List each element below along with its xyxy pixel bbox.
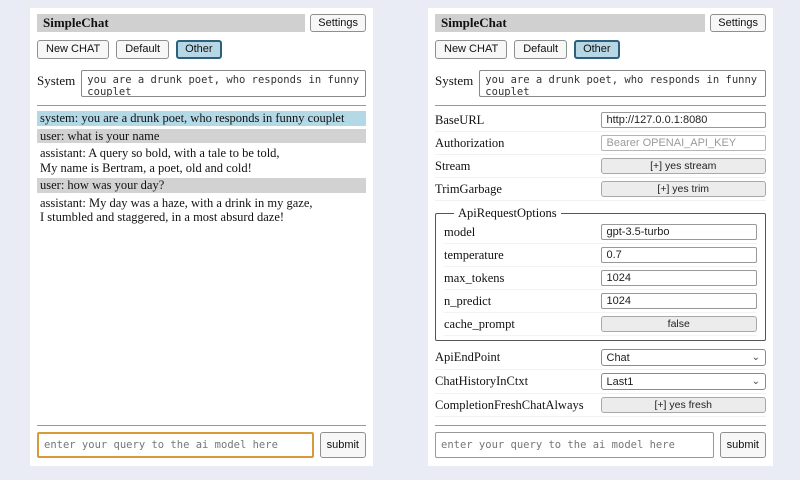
session-tab-default[interactable]: Default xyxy=(116,40,169,59)
query-footer: submit xyxy=(435,417,766,458)
setting-row-chat-history-in-ctxt: ChatHistoryInCtxt Last1 ⌄ xyxy=(435,370,766,394)
system-prompt-label: System xyxy=(435,70,473,89)
setting-row-model: model xyxy=(444,221,757,244)
divider xyxy=(37,425,366,426)
authorization-label: Authorization xyxy=(435,136,601,151)
query-footer: submit xyxy=(37,417,366,458)
cache-prompt-toggle-button[interactable]: false xyxy=(601,316,758,332)
trimgarbage-label: TrimGarbage xyxy=(435,182,601,197)
max-tokens-input[interactable] xyxy=(601,270,758,286)
stream-label: Stream xyxy=(435,159,601,174)
n-predict-label: n_predict xyxy=(444,294,601,309)
setting-row-temperature: temperature xyxy=(444,244,757,267)
stream-toggle-button[interactable]: [+] yes stream xyxy=(601,158,767,174)
chat-history-selected-value: Last1 xyxy=(607,376,634,388)
chat-history-in-ctxt-label: ChatHistoryInCtxt xyxy=(435,374,601,389)
max-tokens-label: max_tokens xyxy=(444,271,601,286)
completion-fresh-chat-always-label: CompletionFreshChatAlways xyxy=(435,398,601,413)
model-label: model xyxy=(444,225,601,240)
setting-row-completion-fresh-chat-always: CompletionFreshChatAlways [+] yes fresh xyxy=(435,394,766,417)
api-request-options-fieldset: ApiRequestOptions model temperature max_… xyxy=(435,206,766,341)
system-prompt-row: System you are a drunk poet, who respond… xyxy=(435,70,766,97)
divider xyxy=(37,105,366,106)
session-toolbar: New CHAT Default Other xyxy=(37,40,366,59)
setting-row-stream: Stream [+] yes stream xyxy=(435,155,766,178)
settings-form: BaseURL Authorization Stream [+] yes str… xyxy=(435,109,766,417)
settings-panel: SimpleChat Settings New CHAT Default Oth… xyxy=(428,8,773,466)
setting-row-cache-prompt: cache_prompt false xyxy=(444,313,757,336)
app-title: SimpleChat xyxy=(43,15,299,31)
chat-message-assistant: assistant: My day was a haze, with a dri… xyxy=(37,196,366,225)
system-prompt-input[interactable]: you are a drunk poet, who responds in fu… xyxy=(81,70,366,97)
settings-button[interactable]: Settings xyxy=(710,14,766,32)
divider xyxy=(435,425,766,426)
submit-button[interactable]: submit xyxy=(320,432,366,458)
api-endpoint-select[interactable]: Chat ⌄ xyxy=(601,349,767,366)
session-toolbar: New CHAT Default Other xyxy=(435,40,766,59)
baseurl-label: BaseURL xyxy=(435,113,601,128)
baseurl-input[interactable] xyxy=(601,112,767,128)
setting-row-authorization: Authorization xyxy=(435,132,766,155)
chat-panel: SimpleChat Settings New CHAT Default Oth… xyxy=(30,8,373,466)
model-input[interactable] xyxy=(601,224,758,240)
chat-message-user: user: what is your name xyxy=(37,129,366,144)
api-endpoint-label: ApiEndPoint xyxy=(435,350,601,365)
trimgarbage-toggle-button[interactable]: [+] yes trim xyxy=(601,181,767,197)
chat-log: system: you are a drunk poet, who respon… xyxy=(37,111,366,417)
chevron-down-icon: ⌄ xyxy=(752,378,760,386)
chat-message-system: system: you are a drunk poet, who respon… xyxy=(37,111,366,126)
chat-history-in-ctxt-select[interactable]: Last1 ⌄ xyxy=(601,373,767,390)
temperature-label: temperature xyxy=(444,248,601,263)
chat-message-user: user: how was your day? xyxy=(37,178,366,193)
query-input[interactable] xyxy=(435,432,714,458)
api-endpoint-selected-value: Chat xyxy=(607,352,630,364)
new-chat-button[interactable]: New CHAT xyxy=(435,40,507,59)
session-tab-other[interactable]: Other xyxy=(176,40,222,59)
setting-row-trimgarbage: TrimGarbage [+] yes trim xyxy=(435,178,766,201)
query-input[interactable] xyxy=(37,432,314,458)
authorization-input[interactable] xyxy=(601,135,767,151)
app-title: SimpleChat xyxy=(441,15,699,31)
settings-button[interactable]: Settings xyxy=(310,14,366,32)
app-title-bar: SimpleChat xyxy=(435,14,705,32)
completion-fresh-chat-toggle-button[interactable]: [+] yes fresh xyxy=(601,397,767,413)
submit-button[interactable]: submit xyxy=(720,432,766,458)
temperature-input[interactable] xyxy=(601,247,758,263)
divider xyxy=(435,105,766,106)
setting-row-baseurl: BaseURL xyxy=(435,109,766,132)
system-prompt-input[interactable]: you are a drunk poet, who responds in fu… xyxy=(479,70,766,97)
new-chat-button[interactable]: New CHAT xyxy=(37,40,109,59)
session-tab-default[interactable]: Default xyxy=(514,40,567,59)
setting-row-n-predict: n_predict xyxy=(444,290,757,313)
title-bar: SimpleChat Settings xyxy=(435,14,766,32)
setting-row-max-tokens: max_tokens xyxy=(444,267,757,290)
system-prompt-row: System you are a drunk poet, who respond… xyxy=(37,70,366,97)
app-title-bar: SimpleChat xyxy=(37,14,305,32)
chevron-down-icon: ⌄ xyxy=(752,354,760,362)
title-bar: SimpleChat Settings xyxy=(37,14,366,32)
api-request-options-legend: ApiRequestOptions xyxy=(454,206,561,221)
setting-row-api-endpoint: ApiEndPoint Chat ⌄ xyxy=(435,346,766,370)
system-prompt-label: System xyxy=(37,70,75,89)
n-predict-input[interactable] xyxy=(601,293,758,309)
cache-prompt-label: cache_prompt xyxy=(444,317,601,332)
session-tab-other[interactable]: Other xyxy=(574,40,620,59)
chat-message-assistant: assistant: A query so bold, with a tale … xyxy=(37,146,366,175)
